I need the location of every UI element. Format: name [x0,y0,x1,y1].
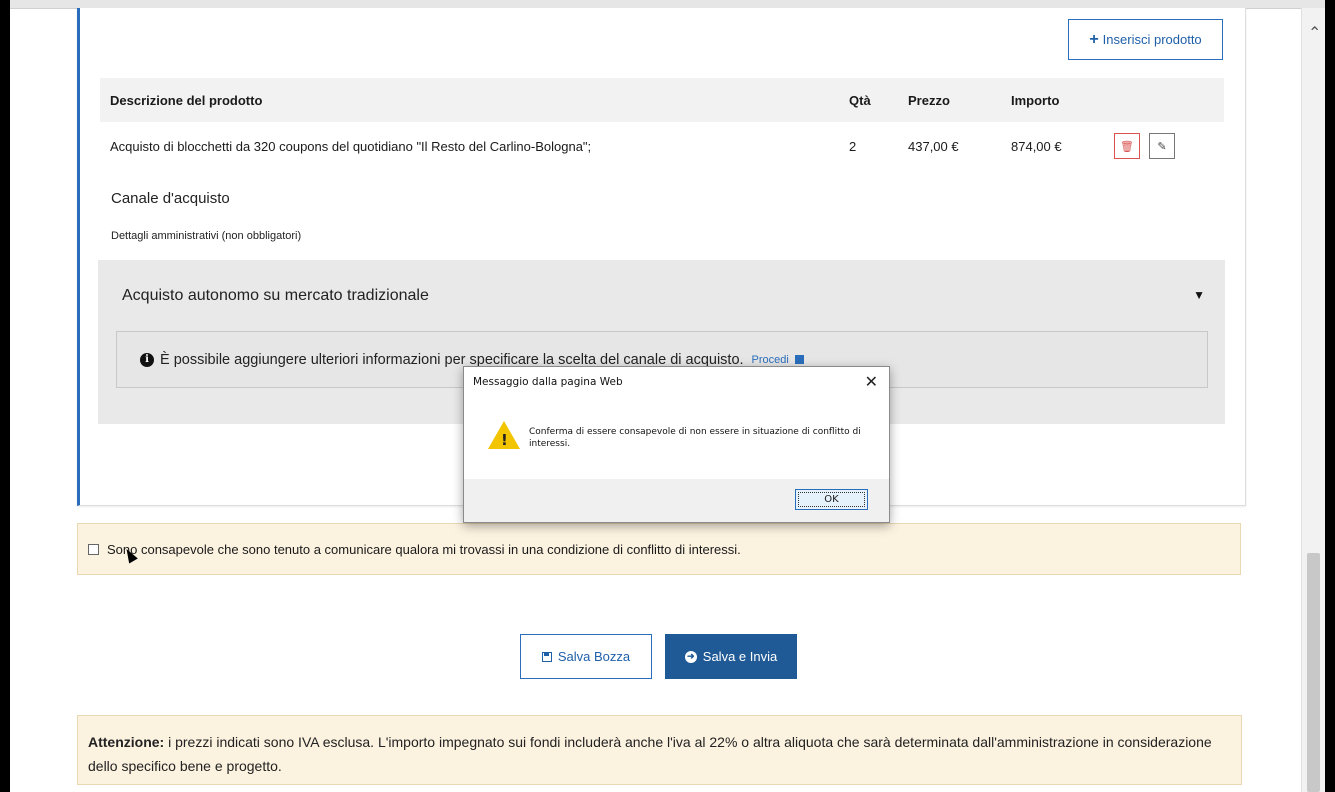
trash-icon: 🗑 [1120,140,1134,153]
table-header: Descrizione del prodotto Qtà Prezzo Impo… [100,78,1224,122]
table-row: Acquisto di blocchetti da 320 coupons de… [100,122,1224,170]
edit-button[interactable]: ✎ [1149,133,1175,159]
dialog-title: Messaggio dalla pagina Web [473,376,623,388]
notice-text: i prezzi indicati sono IVA esclusa. L'im… [88,734,1212,774]
vertical-scrollbar[interactable]: ⌃ [1301,8,1326,792]
conflict-checkbox-label[interactable]: Sono consapevole che sono tenuto a comun… [107,542,741,557]
channel-select-value: Acquisto autonomo su mercato tradizional… [122,287,429,304]
row-description: Acquisto di blocchetti da 320 coupons de… [110,138,592,154]
warning-mark: ! [501,431,508,449]
window-edge-left [0,0,10,792]
pencil-icon: ✎ [1157,140,1167,153]
info-icon: i [140,352,154,367]
plus-icon: + [1089,30,1099,48]
header-price: Prezzo [908,92,950,108]
header-qty: Qtà [849,92,871,108]
dialog-footer: OK [464,479,889,522]
arrow-circle-icon: ➜ [684,650,697,663]
save-and-send-label: Salva e Invia [702,649,778,664]
channel-subtitle: Dettagli amministrativi (non obbligatori… [111,230,302,242]
caret-down-icon: ▼ [1193,288,1205,302]
external-link-icon [794,355,804,365]
proceed-link[interactable]: Procedi [752,354,804,366]
insert-product-button[interactable]: + Inserisci prodotto [1068,19,1223,60]
ok-button[interactable]: OK [795,489,868,510]
row-amount: 874,00 € [1011,138,1062,154]
header-description: Descrizione del prodotto [110,92,263,108]
channel-select[interactable]: Acquisto autonomo su mercato tradizional… [116,278,1207,314]
close-icon[interactable]: ✕ [865,372,878,391]
row-actions: 🗑 ✎ [1114,122,1175,170]
proceed-link-label: Procedi [751,353,789,366]
save-and-send-button[interactable]: ➜ Salva e Invia [665,634,797,679]
delete-button[interactable]: 🗑 [1114,133,1140,159]
notice-strong: Attenzione: [88,734,165,750]
floppy-disk-icon [541,651,552,662]
confirm-dialog: Messaggio dalla pagina Web ✕ ! Conferma … [463,366,890,523]
save-draft-button[interactable]: Salva Bozza [520,634,652,679]
vat-notice: Attenzione: i prezzi indicati sono IVA e… [77,715,1242,785]
save-draft-label: Salva Bozza [557,649,631,664]
row-price: 437,00 € [908,138,959,154]
scroll-thumb[interactable] [1307,553,1320,792]
header-amount: Importo [1011,92,1060,108]
conflict-checkbox[interactable] [88,543,99,555]
window-edge-right [1325,0,1335,792]
chevron-up-icon[interactable]: ⌃ [1308,26,1321,42]
row-qty: 2 [849,138,857,154]
conflict-confirm-row: Sono consapevole che sono tenuto a comun… [77,523,1241,575]
dialog-message: Conferma di essere consapevole di non es… [529,427,861,449]
channel-title: Canale d'acquisto [111,190,230,207]
insert-product-label: Inserisci prodotto [1102,32,1202,47]
